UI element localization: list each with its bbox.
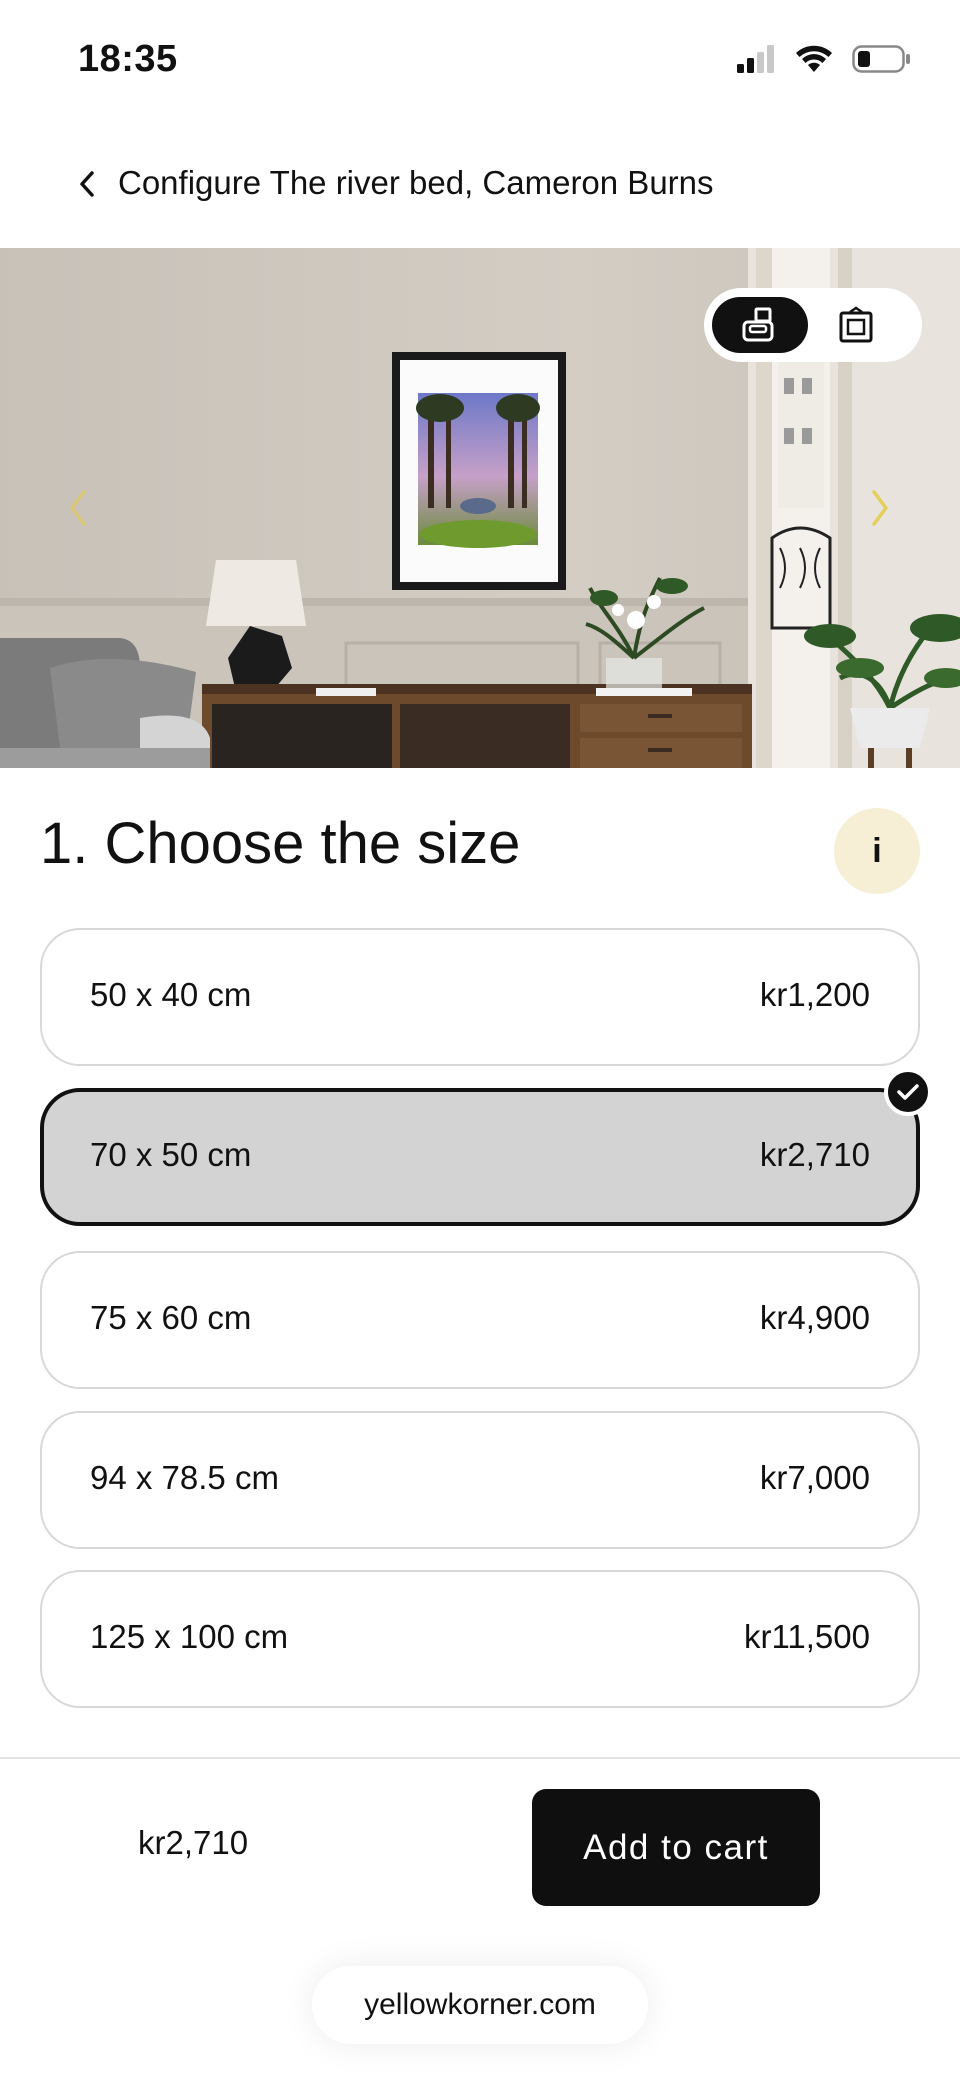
next-image-button[interactable] (860, 480, 900, 536)
section-title: 1. Choose the size (40, 811, 521, 876)
chevron-left-icon (77, 169, 97, 204)
size-option-70x50[interactable]: 70 x 50 cm kr2,710 (40, 1068, 932, 1226)
size-option-94x78-5[interactable]: 94 x 78.5 cm kr7,000 (40, 1411, 920, 1549)
room-view-icon (740, 306, 780, 344)
size-option-125x100[interactable]: 125 x 100 cm kr11,500 (40, 1570, 920, 1708)
size-price: kr4,900 (759, 1299, 870, 1336)
room-view-button[interactable] (712, 297, 808, 353)
size-price: kr11,500 (744, 1618, 870, 1655)
product-preview[interactable] (0, 248, 960, 768)
size-label: 94 x 78.5 cm (90, 1459, 279, 1496)
battery-icon (852, 44, 912, 79)
wifi-icon (794, 44, 834, 79)
url-text: yellowkorner.com (364, 1988, 596, 2021)
size-label: 70 x 50 cm (90, 1136, 252, 1173)
status-time: 18:35 (78, 38, 178, 80)
previous-image-button[interactable] (58, 480, 98, 536)
add-to-cart-button[interactable]: Add to cart (532, 1789, 820, 1906)
size-label: 50 x 40 cm (90, 976, 252, 1013)
browser-url-bar[interactable]: yellowkorner.com (312, 1966, 648, 2044)
total-price: kr2,710 (138, 1824, 249, 1861)
size-option-50x40[interactable]: 50 x 40 cm kr1,200 (40, 928, 920, 1066)
size-label: 75 x 60 cm (90, 1299, 252, 1336)
size-price: kr2,710 (759, 1136, 870, 1173)
status-icons (736, 44, 912, 79)
chevron-right-icon (868, 488, 892, 528)
frame-view-button[interactable] (808, 297, 904, 353)
size-price: kr1,200 (759, 976, 870, 1013)
size-price: kr7,000 (759, 1459, 870, 1496)
page-title: Configure The river bed, Cameron Burns (118, 164, 714, 201)
info-icon: i (872, 831, 882, 870)
selected-check-icon (884, 1068, 932, 1116)
chevron-left-icon (66, 488, 90, 528)
divider (0, 1757, 960, 1759)
back-button[interactable] (70, 166, 104, 206)
header: Configure The river bed, Cameron Burns (0, 150, 960, 220)
info-button[interactable]: i (834, 808, 920, 894)
size-option-75x60[interactable]: 75 x 60 cm kr4,900 (40, 1251, 920, 1389)
view-toggle (704, 288, 922, 362)
cellular-signal-icon (736, 44, 776, 79)
status-bar: 18:35 (0, 0, 960, 120)
size-label: 125 x 100 cm (90, 1618, 289, 1655)
frame-view-icon (838, 306, 874, 344)
